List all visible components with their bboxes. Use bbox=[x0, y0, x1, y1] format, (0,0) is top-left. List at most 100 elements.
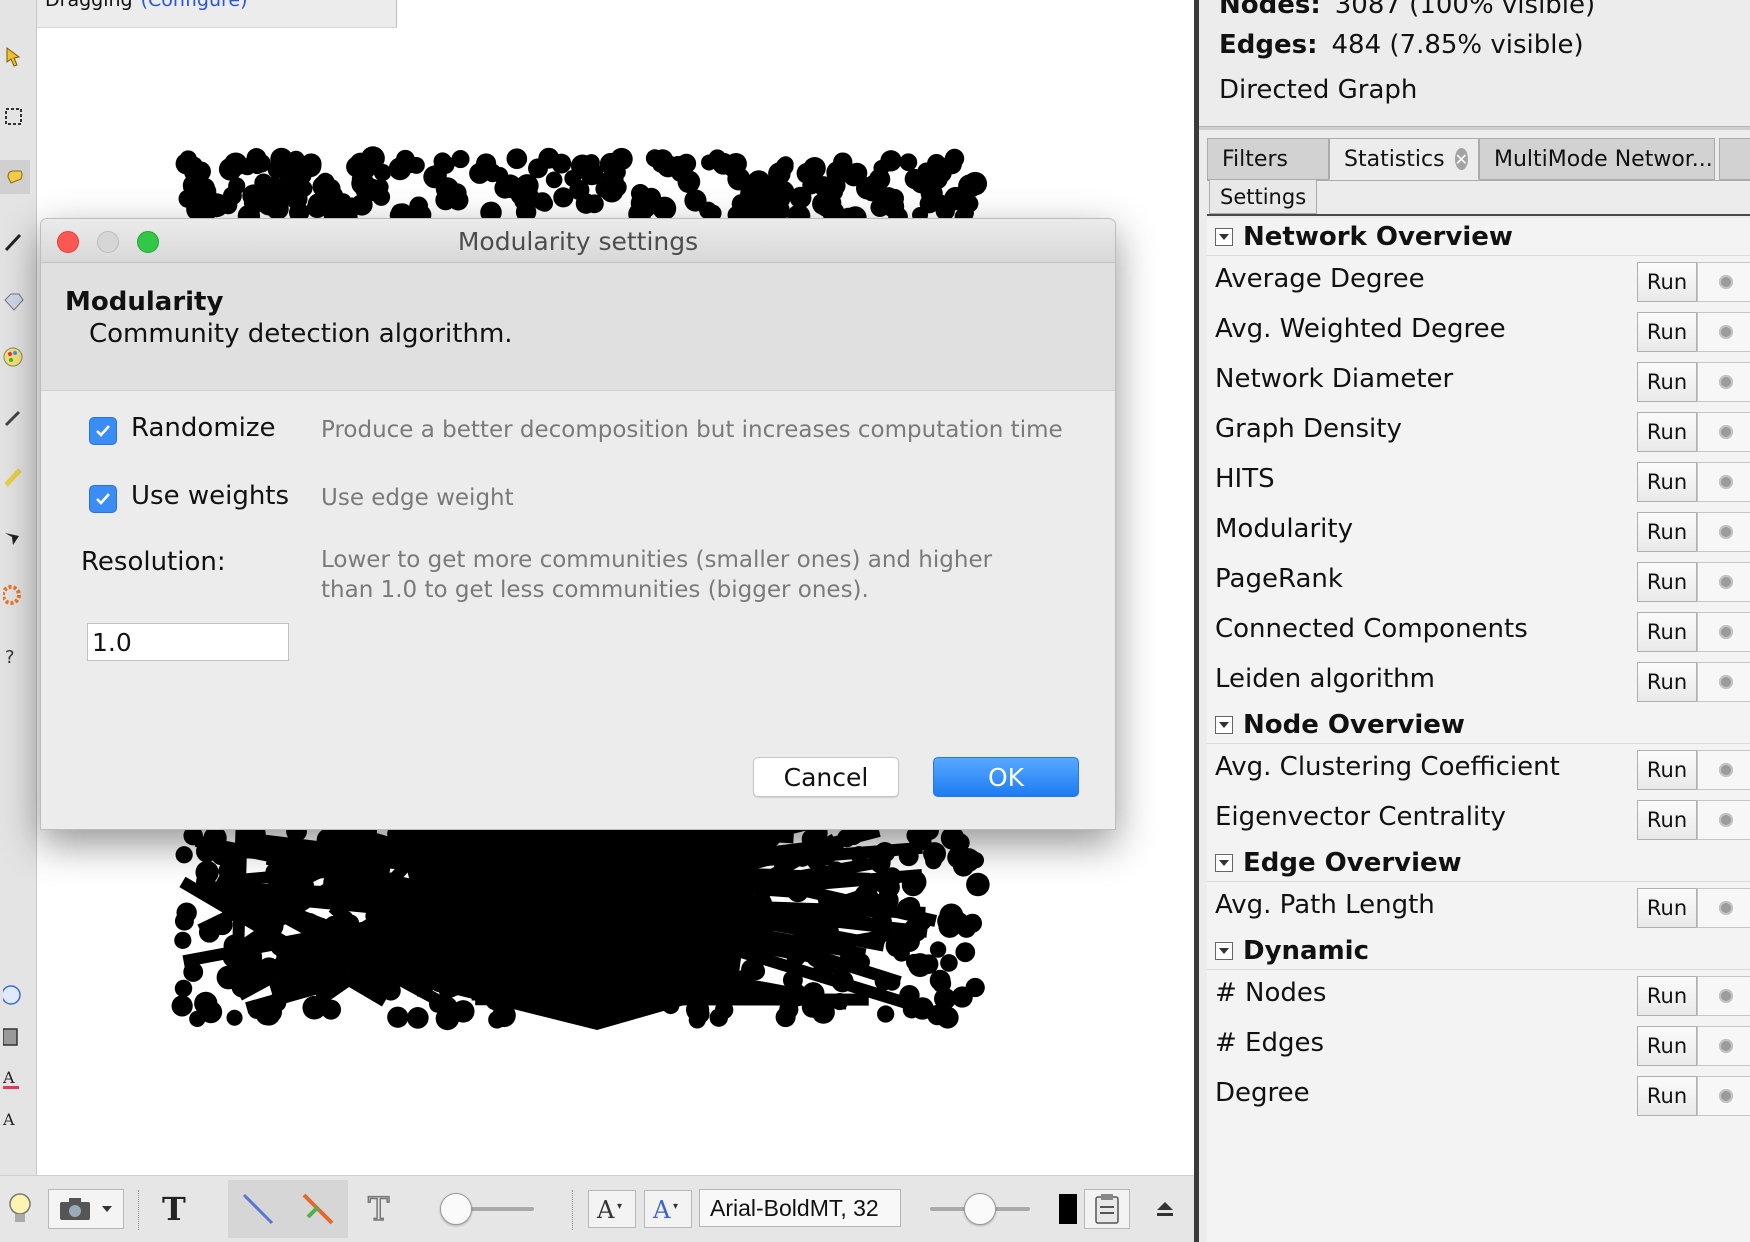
text-size-icon[interactable]: A bbox=[0, 1102, 30, 1136]
hand-icon[interactable] bbox=[0, 160, 30, 194]
radial-layout-icon[interactable] bbox=[0, 978, 30, 1012]
report-icon[interactable] bbox=[1697, 262, 1750, 302]
tab-overflow[interactable] bbox=[1719, 138, 1750, 180]
statistic-label: Average Degree bbox=[1215, 264, 1425, 294]
camera-icon bbox=[60, 1198, 90, 1220]
svg-text:▾: ▾ bbox=[673, 1201, 678, 1212]
tab-bar: Filters Statistics ✕ MultiMode Networ... bbox=[1207, 138, 1750, 180]
statistic-row: HITS Run bbox=[1207, 456, 1750, 506]
tab-label: MultiMode Networ... bbox=[1494, 146, 1713, 172]
run-button[interactable]: Run bbox=[1637, 888, 1697, 928]
run-button[interactable]: Run bbox=[1637, 262, 1697, 302]
question-icon[interactable]: ? bbox=[0, 640, 30, 674]
run-button[interactable]: Run bbox=[1637, 512, 1697, 552]
collapse-toggle-icon[interactable] bbox=[1215, 227, 1233, 246]
configure-link[interactable]: (Configure) bbox=[141, 0, 248, 11]
bulb-icon[interactable] bbox=[4, 1186, 36, 1232]
edge-line-icon[interactable] bbox=[238, 1189, 278, 1229]
rectangle-icon[interactable] bbox=[0, 1020, 30, 1054]
run-button[interactable]: Run bbox=[1637, 612, 1697, 652]
report-icon[interactable] bbox=[1697, 412, 1750, 452]
section-header[interactable]: Edge Overview bbox=[1207, 844, 1750, 882]
text-bold-icon[interactable]: T bbox=[156, 1186, 196, 1232]
svg-text:T: T bbox=[162, 1192, 186, 1226]
resolution-label: Resolution: bbox=[81, 547, 226, 577]
diamond-icon[interactable] bbox=[0, 285, 30, 319]
run-button[interactable]: Run bbox=[1637, 412, 1697, 452]
report-icon[interactable] bbox=[1697, 800, 1750, 840]
collapse-toggle-icon[interactable] bbox=[1215, 715, 1233, 734]
color-swatch-icon[interactable] bbox=[1058, 1186, 1078, 1232]
left-toolbar: ? A A bbox=[0, 0, 37, 1175]
statistic-label: Leiden algorithm bbox=[1215, 664, 1435, 694]
eject-icon[interactable] bbox=[1150, 1186, 1180, 1232]
edge-size-slider[interactable] bbox=[440, 1193, 472, 1225]
palette-icon[interactable] bbox=[0, 340, 30, 374]
run-button[interactable]: Run bbox=[1637, 662, 1697, 702]
tab-multimode[interactable]: MultiMode Networ... bbox=[1479, 138, 1715, 180]
section-header[interactable]: Node Overview bbox=[1207, 706, 1750, 744]
statistic-label: HITS bbox=[1215, 464, 1275, 494]
font-color-icon[interactable]: A ▾ bbox=[644, 1190, 692, 1228]
run-button[interactable]: Run bbox=[1637, 750, 1697, 790]
text-outline-icon[interactable]: T bbox=[362, 1186, 402, 1232]
statistic-row: # Edges Run bbox=[1207, 1020, 1750, 1070]
report-icon[interactable] bbox=[1697, 562, 1750, 602]
run-button[interactable]: Run bbox=[1637, 362, 1697, 402]
run-button[interactable]: Run bbox=[1637, 312, 1697, 352]
run-button[interactable]: Run bbox=[1637, 1076, 1697, 1116]
collapse-toggle-icon[interactable] bbox=[1215, 941, 1233, 960]
report-icon[interactable] bbox=[1697, 362, 1750, 402]
use-weights-checkbox[interactable] bbox=[89, 485, 117, 513]
randomize-checkbox[interactable] bbox=[89, 417, 117, 445]
report-icon[interactable] bbox=[1697, 662, 1750, 702]
gear-icon[interactable] bbox=[0, 578, 30, 612]
pointer-icon[interactable] bbox=[0, 40, 30, 74]
algorithm-description: Community detection algorithm. bbox=[89, 319, 513, 349]
rect-select-icon[interactable] bbox=[0, 100, 30, 134]
report-icon[interactable] bbox=[1697, 888, 1750, 928]
svg-text:?: ? bbox=[5, 647, 15, 668]
tab-label: Statistics bbox=[1344, 146, 1445, 172]
close-icon[interactable]: ✕ bbox=[1454, 148, 1468, 170]
edge-color-icon[interactable] bbox=[298, 1189, 338, 1229]
resolution-input[interactable] bbox=[87, 623, 289, 661]
ruler-icon[interactable] bbox=[0, 460, 30, 494]
tab-statistics[interactable]: Statistics ✕ bbox=[1329, 138, 1479, 180]
collapse-toggle-icon[interactable] bbox=[1215, 853, 1233, 872]
run-button[interactable]: Run bbox=[1637, 800, 1697, 840]
font-size-icon[interactable]: A ▾ bbox=[588, 1190, 636, 1228]
text-color-icon[interactable]: A bbox=[0, 1062, 30, 1096]
statistic-label: Avg. Clustering Coefficient bbox=[1215, 752, 1560, 782]
run-button[interactable]: Run bbox=[1637, 976, 1697, 1016]
report-icon[interactable] bbox=[1697, 976, 1750, 1016]
brush-icon[interactable] bbox=[0, 400, 30, 434]
tab-filters[interactable]: Filters bbox=[1207, 138, 1329, 180]
section-title: Network Overview bbox=[1243, 221, 1513, 252]
settings-button[interactable]: Settings bbox=[1209, 180, 1318, 214]
screenshot-button[interactable] bbox=[48, 1189, 124, 1229]
panel-divider[interactable] bbox=[1199, 126, 1750, 130]
pencil-icon[interactable] bbox=[0, 225, 30, 259]
report-icon[interactable] bbox=[1697, 612, 1750, 652]
report-icon[interactable] bbox=[1697, 1026, 1750, 1066]
airplane-icon[interactable] bbox=[0, 520, 30, 554]
font-selector[interactable]: Arial-BoldMT, 32 bbox=[699, 1189, 901, 1227]
report-icon[interactable] bbox=[1697, 312, 1750, 352]
label-size-slider[interactable] bbox=[964, 1193, 996, 1225]
report-icon[interactable] bbox=[1697, 512, 1750, 552]
section-header[interactable]: Dynamic bbox=[1207, 932, 1750, 970]
cancel-button[interactable]: Cancel bbox=[753, 757, 899, 797]
run-button[interactable]: Run bbox=[1637, 562, 1697, 602]
report-icon[interactable] bbox=[1697, 462, 1750, 502]
use-weights-label: Use weights bbox=[131, 481, 290, 511]
section-header[interactable]: Network Overview bbox=[1207, 218, 1750, 256]
ok-button[interactable]: OK bbox=[933, 757, 1079, 797]
run-button[interactable]: Run bbox=[1637, 1026, 1697, 1066]
clipboard-icon[interactable] bbox=[1084, 1189, 1130, 1229]
bottom-toolbar: T T A ▾ A ▾ Arial-BoldMT, 32 bbox=[0, 1175, 1194, 1242]
report-icon[interactable] bbox=[1697, 1076, 1750, 1116]
report-icon[interactable] bbox=[1697, 750, 1750, 790]
run-button[interactable]: Run bbox=[1637, 462, 1697, 502]
use-weights-hint: Use edge weight bbox=[321, 485, 514, 511]
